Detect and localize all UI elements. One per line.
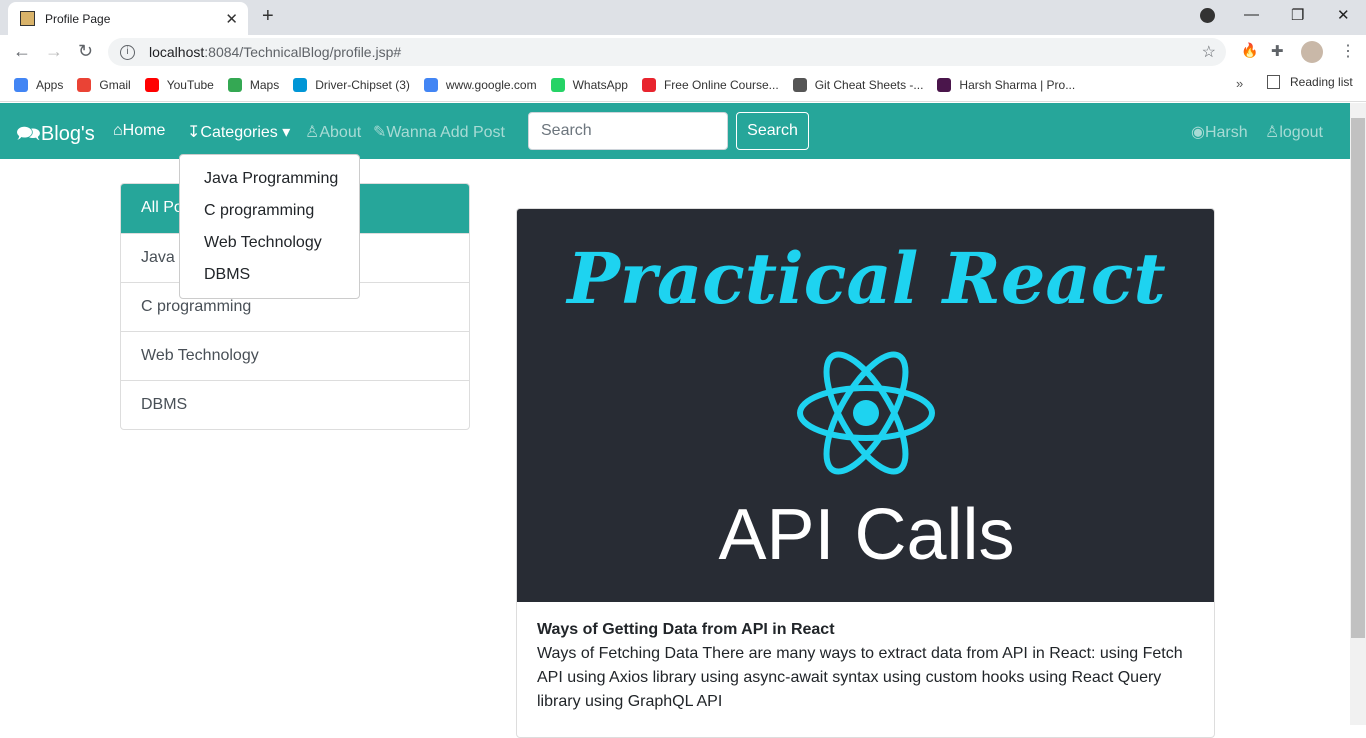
dropdown-item-web[interactable]: Web Technology: [180, 227, 359, 259]
search-input[interactable]: Search: [528, 112, 728, 150]
minimize-button[interactable]: —: [1244, 6, 1259, 23]
comments-icon: 🗪: [16, 123, 41, 145]
bookmarks-list: Apps Gmail YouTube Maps Driver-Chipset (3) ww…: [0, 68, 1075, 101]
bookmark-item[interactable]: Apps: [14, 77, 64, 92]
bookmark-item[interactable]: Harsh Sharma | Pro...: [937, 77, 1076, 92]
bookmark-label: Gmail: [99, 77, 131, 92]
brand-link[interactable]: 🗪Blog's: [16, 119, 95, 153]
reading-list-button[interactable]: Reading list: [1267, 75, 1353, 89]
bookmark-icon: [14, 77, 28, 92]
menu-icon[interactable]: ⋮: [1340, 41, 1356, 61]
nav-about-label: About: [319, 124, 362, 141]
react-logo-icon: [797, 351, 935, 475]
bookmark-label: Free Online Course...: [663, 77, 779, 92]
bookmark-label: Maps: [249, 77, 280, 92]
bookmark-icon: [77, 77, 92, 92]
bookmark-label: Git Cheat Sheets -...: [814, 77, 924, 92]
bookmark-icon: [423, 77, 438, 92]
dropdown-item-java[interactable]: Java Programming: [180, 163, 359, 195]
extensions-icon[interactable]: ✚: [1271, 42, 1284, 60]
nav-add-post-label: Wanna Add Post: [386, 124, 505, 141]
bookmark-icon: [937, 77, 952, 92]
more-bookmarks-icon[interactable]: »: [1236, 76, 1243, 91]
bookmark-icon: [792, 77, 807, 92]
url-host: localhost: [149, 44, 205, 60]
category-dbms[interactable]: DBMS: [121, 380, 469, 429]
reload-icon[interactable]: ↻: [78, 41, 93, 62]
nav-add-post[interactable]: ✎Wanna Add Post: [373, 122, 505, 142]
nav-categories-label: Categories: [200, 124, 278, 141]
categories-dropdown: Java Programming C programming Web Techn…: [179, 154, 360, 299]
bookmark-label: Apps: [36, 77, 64, 92]
bookmark-item[interactable]: Free Online Course...: [641, 77, 779, 92]
scrollbar-thumb[interactable]: [1351, 118, 1365, 638]
close-window-button[interactable]: ✕: [1337, 6, 1350, 24]
nav-categories[interactable]: ↧Categories ▾: [187, 122, 290, 142]
tab-favicon-icon: [20, 11, 35, 26]
browser-tab[interactable]: Profile Page ✕: [8, 2, 248, 35]
new-tab-button[interactable]: +: [262, 5, 274, 28]
bookmark-label: Harsh Sharma | Pro...: [959, 77, 1076, 92]
bookmark-item[interactable]: YouTube: [144, 77, 214, 92]
bookmark-label: WhatsApp: [572, 77, 628, 92]
search-button[interactable]: Search: [736, 112, 809, 150]
category-web[interactable]: Web Technology: [121, 331, 469, 380]
close-tab-icon[interactable]: ✕: [225, 10, 238, 28]
bookmark-item[interactable]: Gmail: [77, 77, 131, 92]
nav-logout-label: logout: [1279, 124, 1323, 141]
address-bar[interactable]: i localhost:8084/TechnicalBlog/profile.js…: [108, 38, 1226, 66]
nav-user[interactable]: ◉Harsh: [1191, 122, 1248, 142]
info-icon[interactable]: i: [120, 44, 135, 60]
bookmark-item[interactable]: Maps: [227, 77, 280, 92]
bookmark-label: Driver-Chipset (3): [315, 77, 410, 92]
bookmark-item[interactable]: www.google.com: [423, 77, 537, 92]
bookmark-item[interactable]: Git Cheat Sheets -...: [792, 77, 924, 92]
profile-dropdown-icon[interactable]: [1200, 8, 1215, 23]
bookmark-icon: [227, 77, 242, 92]
nav-user-label: Harsh: [1204, 124, 1248, 141]
nav-about[interactable]: ♙About: [305, 122, 361, 142]
bookmark-icon: [293, 77, 308, 92]
bookmark-item[interactable]: WhatsApp: [550, 77, 628, 92]
bookmark-icon: [144, 77, 159, 92]
brand-label: Blog's: [40, 123, 95, 145]
post-card: Practical React API Calls Ways of Gettin…: [516, 208, 1215, 738]
reading-list-label: Reading list: [1290, 75, 1353, 89]
restore-button[interactable]: ❐: [1291, 6, 1304, 24]
url-path: :8084/TechnicalBlog/profile.jsp#: [204, 44, 402, 60]
dropdown-item-c[interactable]: C programming: [180, 195, 359, 227]
post-image-title: Practical React: [567, 237, 1166, 320]
bookmark-icon: [641, 77, 656, 92]
reading-list-icon: [1267, 75, 1280, 89]
bookmark-label: www.google.com: [445, 77, 537, 92]
post-body: Ways of Fetching Data There are many way…: [537, 645, 1183, 710]
bookmark-label: YouTube: [166, 77, 214, 92]
star-icon[interactable]: ☆: [1202, 42, 1216, 62]
nav-home-label: Home: [122, 122, 166, 139]
extension-fire-icon[interactable]: 🔥: [1241, 42, 1258, 59]
nav-home[interactable]: ⌂Home: [113, 122, 165, 140]
back-icon[interactable]: ←: [13, 41, 31, 62]
dropdown-item-dbms[interactable]: DBMS: [180, 259, 359, 291]
post-image-subtitle: API Calls: [718, 495, 1015, 575]
post-title[interactable]: Ways of Getting Data from API in React: [537, 618, 1194, 642]
tab-title: Profile Page: [45, 11, 111, 26]
forward-icon[interactable]: →: [45, 41, 63, 62]
post-image: Practical React API Calls: [517, 209, 1214, 602]
nav-logout[interactable]: ♙logout: [1265, 122, 1323, 142]
bookmark-item[interactable]: Driver-Chipset (3): [293, 77, 410, 92]
avatar[interactable]: [1301, 41, 1323, 63]
bookmark-icon: [550, 77, 565, 92]
